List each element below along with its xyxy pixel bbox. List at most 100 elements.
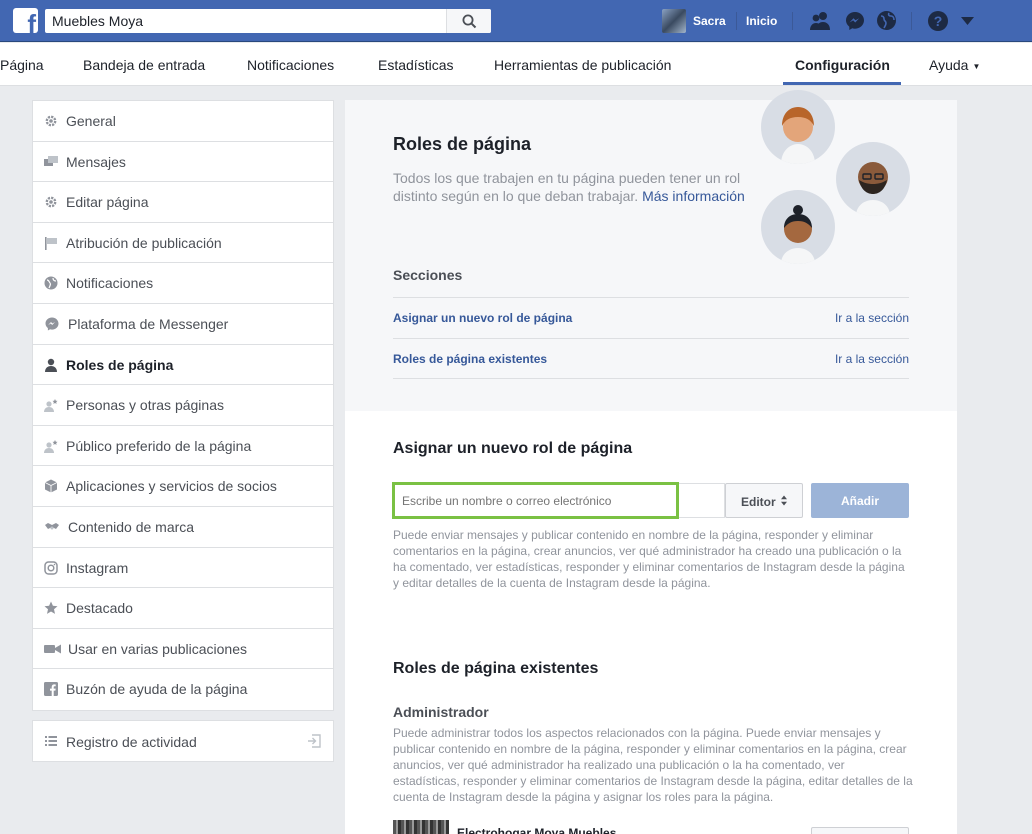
sidebar-item-buzon[interactable]: Buzón de ayuda de la página xyxy=(33,669,333,710)
sidebar-item-aplicaciones[interactable]: Aplicaciones y servicios de socios xyxy=(33,466,333,507)
sidebar-item-destacado[interactable]: Destacado xyxy=(33,588,333,629)
sidebar-item-label: Contenido de marca xyxy=(68,518,195,535)
tab-herramientas[interactable]: Herramientas de publicación xyxy=(494,57,671,73)
tab-notificaciones[interactable]: Notificaciones xyxy=(247,57,334,73)
name-or-email-input[interactable] xyxy=(395,485,676,516)
sidebar-item-atribucion[interactable]: Atribución de publicación xyxy=(33,223,333,264)
sidebar-item-personas[interactable]: Personas y otras páginas xyxy=(33,385,333,426)
assign-role-heading: Asignar un nuevo rol de página xyxy=(393,440,633,457)
messenger-icon[interactable] xyxy=(845,11,865,31)
sidebar-item-activity-log[interactable]: Registro de actividad xyxy=(32,720,334,762)
add-role-button[interactable]: Añadir xyxy=(811,483,909,518)
svg-text:?: ? xyxy=(934,13,943,29)
section-link-assign[interactable]: Asignar un nuevo rol de página xyxy=(393,311,572,325)
tab-pagina[interactable]: Página xyxy=(0,57,44,73)
sidebar-item-editar-pagina[interactable]: Editar página xyxy=(33,182,333,223)
facebook-logo-icon[interactable]: f xyxy=(13,8,38,33)
search-bar: Muebles Moya xyxy=(45,9,491,33)
role-select[interactable]: Editor xyxy=(725,483,803,518)
sections-heading: Secciones xyxy=(393,267,463,283)
tab-estadisticas[interactable]: Estadísticas xyxy=(378,57,453,73)
sidebar-item-label: Personas y otras páginas xyxy=(66,397,224,414)
intro-section: Roles de página Todos los que trabajen e… xyxy=(345,90,957,411)
go-to-section-link[interactable]: Ir a la sección xyxy=(835,352,909,366)
avatar xyxy=(393,820,449,834)
settings-sidebar: General Mensajes Editar página Atribució… xyxy=(32,100,334,711)
globe-icon[interactable] xyxy=(876,10,897,31)
caret-down-icon: ▼ xyxy=(972,61,981,71)
person-icon xyxy=(45,358,57,372)
sidebar-item-label: Buzón de ayuda de la página xyxy=(66,681,248,698)
tab-ayuda[interactable]: Ayuda ▼ xyxy=(929,57,980,73)
sidebar-item-publico[interactable]: Público preferido de la página xyxy=(33,426,333,467)
admin-role-description: Puede administrar todos los aspectos rel… xyxy=(393,726,913,804)
box-icon xyxy=(44,479,58,493)
more-info-link[interactable]: Más información xyxy=(642,188,745,204)
role-select-value: Editor xyxy=(741,495,776,509)
divider xyxy=(792,12,793,30)
edit-member-button[interactable] xyxy=(811,827,909,834)
search-button[interactable] xyxy=(446,9,491,33)
sidebar-item-label: Destacado xyxy=(66,600,133,617)
portrait-illustration xyxy=(761,90,835,164)
sidebar-item-messenger[interactable]: Plataforma de Messenger xyxy=(33,304,333,345)
member-name[interactable]: Electrohogar Moya Muebles xyxy=(457,826,616,834)
help-icon[interactable]: ? xyxy=(927,10,949,32)
input-tail xyxy=(679,483,725,518)
divider xyxy=(736,12,737,30)
person-icon xyxy=(781,205,815,264)
sidebar-item-label: Editar página xyxy=(66,194,149,211)
sidebar-item-label: Roles de página xyxy=(66,356,174,373)
list-icon xyxy=(45,736,57,746)
sidebar-item-general[interactable]: General xyxy=(33,101,333,142)
go-to-section-link[interactable]: Ir a la sección xyxy=(835,311,909,325)
sidebar-item-varias-publicaciones[interactable]: Usar en varias publicaciones xyxy=(33,629,333,670)
sidebar-item-label: Usar en varias publicaciones xyxy=(68,640,247,657)
tab-configuracion[interactable]: Configuración xyxy=(795,57,890,73)
active-tab-indicator xyxy=(783,82,901,85)
search-input[interactable]: Muebles Moya xyxy=(52,13,143,29)
sidebar-item-roles[interactable]: Roles de página xyxy=(33,345,333,386)
globe-icon xyxy=(44,276,58,290)
profile-name: Sacra xyxy=(693,14,726,28)
gear-icon xyxy=(45,196,57,208)
gear-icon xyxy=(45,115,57,127)
sidebar-item-contenido-marca[interactable]: Contenido de marca xyxy=(33,507,333,548)
flag-icon xyxy=(45,236,57,250)
section-row: Roles de página existentes Ir a la secci… xyxy=(393,338,909,379)
section-row: Asignar un nuevo rol de página Ir a la s… xyxy=(393,297,909,338)
page-roles-panel: Roles de página Todos los que trabajen e… xyxy=(345,90,957,834)
sidebar-item-label: Atribución de publicación xyxy=(66,234,222,251)
activity-log-label: Registro de actividad xyxy=(66,734,197,750)
external-link-icon xyxy=(308,734,321,748)
sidebar-item-mensajes[interactable]: Mensajes xyxy=(33,142,333,183)
section-link-existing[interactable]: Roles de página existentes xyxy=(393,352,547,366)
intro-description: Todos los que trabajen en tu página pued… xyxy=(393,169,745,205)
divider xyxy=(911,12,912,30)
top-bar: f Muebles Moya Sacra Inicio ? xyxy=(0,0,1032,42)
sidebar-item-notificaciones[interactable]: Notificaciones xyxy=(33,263,333,304)
sidebar-item-label: Mensajes xyxy=(66,153,126,170)
sidebar-item-label: Plataforma de Messenger xyxy=(68,315,229,332)
select-arrows-icon xyxy=(781,495,787,506)
page-title: Roles de página xyxy=(393,134,532,154)
caret-down-icon[interactable] xyxy=(961,17,974,25)
sidebar-item-label: Instagram xyxy=(66,559,129,576)
role-help-text: Puede enviar mensajes y publicar conteni… xyxy=(393,528,905,590)
sidebar-item-label: Notificaciones xyxy=(66,275,154,292)
video-icon xyxy=(44,644,61,654)
sidebar-item-label: Aplicaciones y servicios de socios xyxy=(66,478,277,495)
portrait-illustration xyxy=(836,142,910,216)
tab-bandeja[interactable]: Bandeja de entrada xyxy=(83,57,205,73)
person-icon xyxy=(781,107,815,164)
friends-icon[interactable] xyxy=(808,11,832,31)
person-star-icon xyxy=(44,439,58,453)
instagram-icon xyxy=(44,560,58,575)
sidebar-item-label: Público preferido de la página xyxy=(66,437,252,454)
page-tabs: Página Bandeja de entrada Notificaciones… xyxy=(0,43,1032,86)
admin-role-heading: Administrador xyxy=(393,704,489,720)
messages-icon xyxy=(44,155,58,166)
sidebar-item-instagram[interactable]: Instagram xyxy=(33,548,333,589)
home-link[interactable]: Inicio xyxy=(746,14,777,28)
facebook-icon xyxy=(44,682,58,697)
